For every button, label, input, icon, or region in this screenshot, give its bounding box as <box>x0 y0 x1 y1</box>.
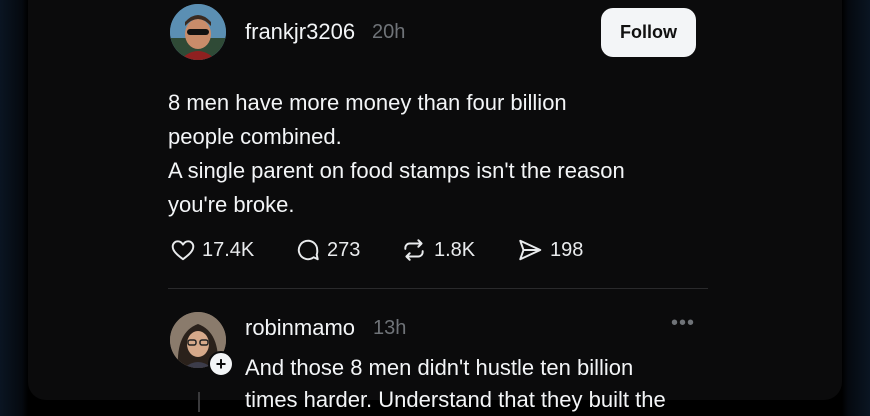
post-body-line: people combined. <box>168 124 342 149</box>
avatar-image <box>170 4 226 60</box>
post-body-line: you're broke. <box>168 192 295 217</box>
avatar[interactable] <box>170 4 226 60</box>
send-icon <box>519 239 542 261</box>
post-timestamp: 20h <box>372 21 406 43</box>
comment-button[interactable]: 273 <box>295 232 360 268</box>
post-username[interactable]: frankjr3206 <box>245 19 355 45</box>
repost-icon <box>404 239 424 261</box>
reply-body-line: And those 8 men didn't hustle ten billio… <box>245 355 634 380</box>
heart-icon <box>171 240 195 261</box>
share-button[interactable]: 198 <box>516 232 583 268</box>
comment-bubble-icon <box>297 239 319 261</box>
reply-username[interactable]: robinmamo <box>245 315 355 341</box>
divider <box>168 288 708 289</box>
follow-button[interactable]: Follow <box>601 8 696 57</box>
reply-post: + robinmamo 13h ••• And those 8 men didn… <box>28 300 842 412</box>
reply-timestamp: 13h <box>373 317 407 339</box>
repost-button[interactable]: 1.8K <box>400 232 475 268</box>
like-button[interactable]: 17.4K <box>170 232 254 268</box>
like-count: 17.4K <box>202 238 255 261</box>
more-options-icon[interactable]: ••• <box>666 312 700 336</box>
reply-body: And those 8 men didn't hustle ten billio… <box>245 352 765 416</box>
repost-count: 1.8K <box>434 238 476 261</box>
feed-panel: frankjr3206 20h Follow 8 men have more m… <box>28 0 842 412</box>
post: frankjr3206 20h Follow 8 men have more m… <box>28 0 842 290</box>
post-body-line: 8 men have more money than four billion <box>168 90 567 115</box>
post-body: 8 men have more money than four billion … <box>168 86 728 222</box>
post-body-line: A single parent on food stamps isn't the… <box>168 158 625 183</box>
thread-line <box>198 392 200 412</box>
follow-plus-icon[interactable]: + <box>208 351 234 377</box>
share-count: 198 <box>550 238 584 261</box>
reply-body-line: times harder. Understand that they built… <box>245 387 666 412</box>
comment-count: 273 <box>327 238 361 261</box>
